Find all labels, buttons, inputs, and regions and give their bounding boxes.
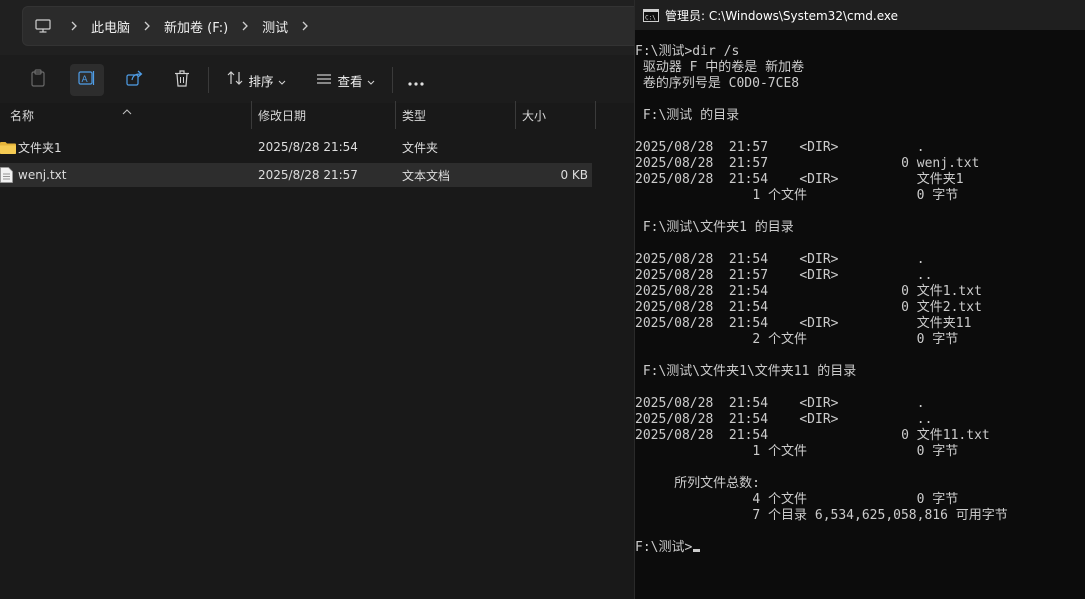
file-row[interactable]: 文件夹1 2025/8/28 21:54 文件夹	[0, 135, 592, 159]
file-explorer-window: 此电脑 新加卷 (F:) 测试 A 排序 查看 名称 修改日期 类型 大小 文件…	[0, 0, 652, 599]
svg-text:C:\: C:\	[645, 14, 656, 21]
this-pc-icon[interactable]	[23, 7, 63, 45]
command-bar: A 排序 查看	[0, 55, 634, 103]
console-line: 2025/08/28 21:54 <DIR> ..	[635, 412, 933, 427]
sort-button[interactable]: 排序	[218, 64, 294, 96]
clipboard-icon	[30, 69, 46, 91]
console-line: 2025/08/28 21:54 0 文件1.txt	[635, 284, 982, 299]
console-line: 2025/08/28 21:54 0 文件11.txt	[635, 428, 990, 443]
column-headers: 名称 修改日期 类型 大小	[0, 101, 600, 129]
list-view-icon	[315, 71, 333, 90]
breadcrumb-folder[interactable]: 测试	[256, 17, 294, 36]
console-line: 所列文件总数:	[635, 476, 760, 491]
console-line: 驱动器 F 中的卷是 新加卷	[635, 60, 805, 75]
share-icon	[126, 70, 144, 90]
toolbar-divider	[208, 67, 209, 93]
file-type: 文件夹	[402, 140, 439, 155]
chevron-right-icon[interactable]	[63, 21, 85, 31]
more-icon	[407, 71, 425, 90]
folder-icon	[0, 135, 16, 159]
console-line: 2025/08/28 21:57 0 wenj.txt	[635, 156, 980, 171]
console-line: F:\测试\文件夹1\文件夹11 的目录	[635, 364, 857, 379]
console-line: F:\测试>dir /s	[635, 44, 740, 59]
console-line: 1 个文件 0 字节	[635, 444, 959, 459]
view-button[interactable]: 查看	[306, 64, 384, 96]
console-line: 2025/08/28 21:54 0 文件2.txt	[635, 300, 982, 315]
chevron-right-icon[interactable]	[294, 21, 316, 31]
address-strip: 此电脑 新加卷 (F:) 测试	[0, 0, 652, 55]
more-options-button[interactable]	[400, 64, 432, 96]
column-header-type[interactable]: 类型	[396, 101, 516, 129]
sort-icon	[226, 70, 244, 90]
breadcrumb-this-pc[interactable]: 此电脑	[85, 17, 136, 36]
console-line: 2025/08/28 21:54 <DIR> .	[635, 252, 925, 267]
sort-label: 排序	[248, 73, 274, 89]
file-name: wenj.txt	[18, 168, 67, 182]
trash-icon	[174, 69, 190, 91]
file-row[interactable]: wenj.txt 2025/8/28 21:57 文本文档 0 KB	[0, 163, 592, 187]
file-name: 文件夹1	[18, 140, 62, 155]
text-cursor	[693, 549, 701, 552]
paste-button[interactable]	[24, 64, 52, 96]
toolbar-divider	[392, 67, 393, 93]
cmd-app-icon: C:\	[643, 8, 659, 22]
svg-text:A: A	[82, 75, 89, 85]
text-file-icon	[0, 163, 13, 187]
console-line: 2025/08/28 21:57 <DIR> .	[635, 140, 925, 155]
console-line: F:\测试\文件夹1 的目录	[635, 220, 794, 235]
chevron-down-icon	[278, 71, 286, 90]
file-size	[520, 135, 588, 159]
view-label: 查看	[337, 73, 363, 89]
file-size: 0 KB	[560, 168, 588, 182]
console-output[interactable]: F:\测试>dir /s 驱动器 F 中的卷是 新加卷 卷的序列号是 C0D0-…	[635, 44, 1085, 556]
breadcrumb-drive[interactable]: 新加卷 (F:)	[158, 17, 234, 36]
console-line: F:\测试 的目录	[635, 108, 740, 123]
delete-button[interactable]	[168, 64, 196, 96]
rename-icon: A	[78, 70, 96, 90]
console-line: 2025/08/28 21:54 <DIR> .	[635, 396, 925, 411]
address-bar[interactable]: 此电脑 新加卷 (F:) 测试	[22, 6, 652, 46]
cmd-title-bar[interactable]: C:\ 管理员: C:\Windows\System32\cmd.exe	[635, 0, 1085, 30]
console-line: 7 个目录 6,534,625,058,816 可用字节	[635, 508, 1008, 523]
console-line: 2025/08/28 21:54 <DIR> 文件夹11	[635, 316, 972, 331]
cmd-window[interactable]: C:\ 管理员: C:\Windows\System32\cmd.exe F:\…	[634, 0, 1085, 599]
console-line: 2 个文件 0 字节	[635, 332, 959, 347]
column-header-date[interactable]: 修改日期	[252, 101, 396, 129]
console-line: 1 个文件 0 字节	[635, 188, 959, 203]
file-type: 文本文档	[402, 168, 451, 183]
rename-button[interactable]: A	[70, 64, 104, 96]
file-date: 2025/8/28 21:57	[258, 168, 358, 182]
console-line: 2025/08/28 21:57 <DIR> ..	[635, 268, 933, 283]
file-date: 2025/8/28 21:54	[258, 140, 358, 154]
column-header-size[interactable]: 大小	[516, 101, 596, 129]
chevron-right-icon[interactable]	[136, 21, 158, 31]
console-line: 2025/08/28 21:54 <DIR> 文件夹1	[635, 172, 964, 187]
share-button[interactable]	[120, 64, 150, 96]
console-line: F:\测试>	[635, 540, 1085, 556]
chevron-down-icon	[367, 71, 375, 90]
cmd-window-title: 管理员: C:\Windows\System32\cmd.exe	[665, 8, 898, 23]
column-header-name[interactable]: 名称	[4, 101, 252, 129]
console-line: 卷的序列号是 C0D0-7CE8	[635, 76, 800, 91]
chevron-right-icon[interactable]	[234, 21, 256, 31]
console-line: 4 个文件 0 字节	[635, 492, 959, 507]
